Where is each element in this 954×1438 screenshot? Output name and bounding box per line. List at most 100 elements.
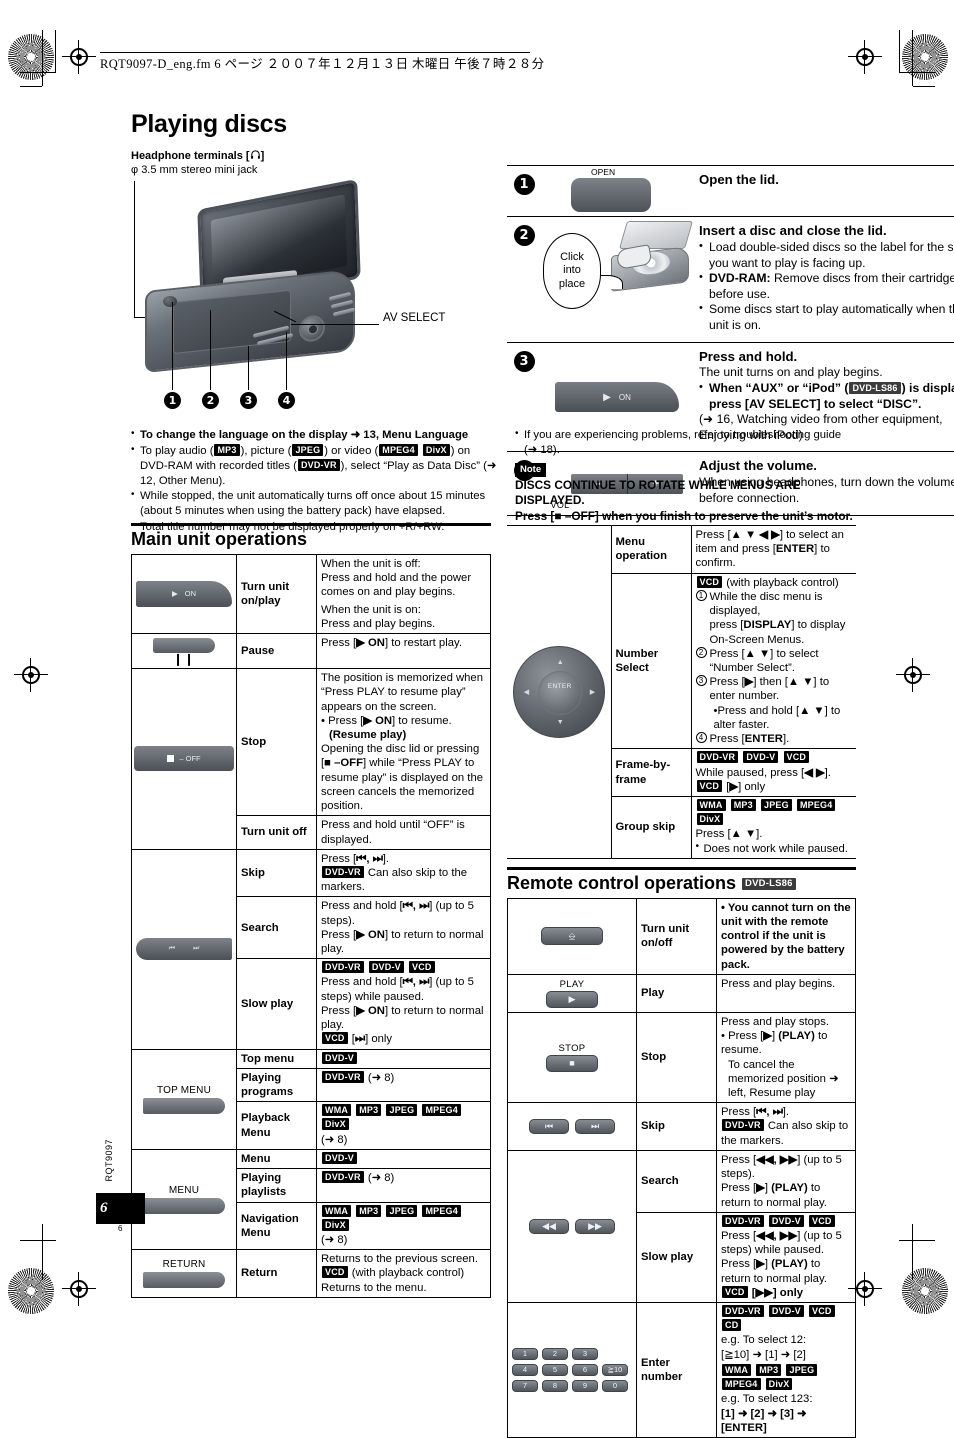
on-button-label: ON bbox=[618, 392, 631, 402]
step-2-text: Insert a disc and close the lid. Load do… bbox=[693, 217, 954, 342]
crop-mark bbox=[912, 30, 913, 86]
disc-tag-mp3: MP3 bbox=[730, 798, 756, 811]
crop-mark bbox=[42, 30, 43, 86]
power-button-graphic: ⎒ bbox=[541, 927, 603, 946]
tag-row: DVD-VR DVD-V VCD CD bbox=[721, 1305, 851, 1333]
on-label: ON bbox=[184, 589, 197, 599]
disc-tag-vcd: VCD bbox=[409, 961, 435, 974]
tag-row: DVD-VR DVD-V VCD bbox=[321, 961, 486, 975]
number-pad-graphic: 1 2 3 4 5 6 ≧10 7 8 9 0 bbox=[510, 1346, 634, 1394]
table-row: TOP MENU Top menu DVD-V bbox=[131, 1048, 491, 1150]
main-unit-operations-column: Main unit operations ▶ ON Turn unit on/p… bbox=[131, 523, 491, 1438]
play-triangle-icon: ▶ bbox=[171, 589, 178, 599]
up-arrow-icon: ▲ bbox=[556, 658, 564, 666]
product-code: RQT9097 bbox=[104, 1139, 114, 1182]
play-on-button: ▶ ON bbox=[555, 382, 679, 413]
open-button-label: OPEN bbox=[591, 167, 616, 177]
row-desc: DVD-VR DVD-V VCD CD e.g. To select 12: [… bbox=[716, 1302, 856, 1438]
row-desc: Press [▲ ▼ ◀ ▶] to select an item and pr… bbox=[690, 525, 856, 574]
headphone-title-end: ] bbox=[260, 150, 265, 162]
desc-line: e.g. To select 123: bbox=[721, 1393, 813, 1406]
open-button bbox=[571, 178, 651, 212]
row-label: Slow play bbox=[236, 958, 317, 1050]
play-triangle-icon: ▶ bbox=[568, 993, 576, 1004]
step-number: 1 bbox=[507, 166, 541, 216]
main-unit-table: ▶ ON Turn unit on/play When the unit is … bbox=[131, 553, 491, 1298]
row-label: Menu operation bbox=[610, 525, 692, 574]
skip-back-icon: ⏮ bbox=[544, 1120, 554, 1131]
disc-tag-vcd: VCD bbox=[783, 751, 810, 764]
skip-search-button-cell: ⏮ ⏭ bbox=[131, 848, 237, 1050]
desc-line: DVD-VR Can also skip to the markers. bbox=[321, 865, 468, 894]
bubble-tail bbox=[597, 275, 623, 289]
disc-tag-vcd: VCD bbox=[322, 1032, 348, 1045]
row-label: Stop bbox=[236, 668, 317, 817]
play-caption: PLAY bbox=[559, 978, 585, 990]
step-row-1: 1 OPEN Open the lid. bbox=[507, 165, 954, 216]
row-label: Navigation Menu bbox=[236, 1201, 317, 1251]
note-data-disc: To play audio (MP3), picture (JPEG) or v… bbox=[131, 443, 499, 489]
return-caption: RETURN bbox=[162, 1259, 206, 1271]
page-title: Playing discs bbox=[131, 110, 287, 138]
callout-leader bbox=[248, 345, 250, 390]
notes-right-column: If you are experiencing problems, refer … bbox=[515, 427, 855, 535]
tag-suffix: (with playback control) bbox=[726, 576, 839, 589]
stop-button-graphic: ■ bbox=[546, 1055, 598, 1073]
desc-line: When the unit is on: bbox=[321, 603, 421, 616]
pause-button-graphic bbox=[153, 638, 215, 654]
desc-line: VCD [▶] only bbox=[696, 779, 853, 794]
print-swirl-bottom-right bbox=[902, 1268, 948, 1314]
disc-tag-dvd-vr: DVD-VR bbox=[322, 865, 364, 878]
registration-mark-left bbox=[14, 658, 48, 692]
control-strip bbox=[332, 307, 356, 317]
pause-bars-icon: ❙❙ bbox=[172, 652, 196, 667]
note-line-2: Press [■ –OFF] when you finish to preser… bbox=[515, 508, 853, 523]
numbered-steps: 1 While the disc menu is displayed, press … bbox=[695, 589, 853, 746]
desc-line: Press [⏮, ⏭]. bbox=[321, 852, 390, 865]
num-key-4: 4 bbox=[512, 1364, 538, 1377]
headphone-title: Headphone terminals [ bbox=[131, 150, 250, 162]
skip-back-button-graphic: ⏮ bbox=[529, 1119, 569, 1135]
disc-tag-dvd-ls86: DVD-LS86 bbox=[849, 382, 901, 395]
row-desc: • You cannot turn on the unit with the r… bbox=[716, 897, 856, 975]
table-row: PLAY ▶ Play Press and play begins. bbox=[507, 973, 856, 1013]
crop-mark bbox=[55, 30, 56, 72]
table-row: STOP ■ Stop Press and play stops. • Pres… bbox=[507, 1011, 856, 1104]
registration-mark-top-left bbox=[62, 40, 96, 74]
disc-tag-vcd: VCD bbox=[809, 1214, 835, 1227]
disc-tag-dvd-vr: DVD-VR bbox=[297, 458, 340, 471]
top-menu-caption: TOP MENU bbox=[156, 1084, 212, 1096]
callout-leader bbox=[286, 331, 288, 390]
disc-lid bbox=[173, 289, 291, 354]
step-2-number: 2 bbox=[513, 225, 535, 246]
disc-tag-dvd-v: DVD-V bbox=[768, 1305, 804, 1318]
control-strip bbox=[328, 291, 352, 301]
table-row: 1 2 3 4 5 6 ≧10 7 8 9 0 Enter number DVD… bbox=[507, 1302, 856, 1438]
row-desc: Press [⏮, ⏭]. DVD-VR Can also skip to th… bbox=[716, 1102, 856, 1151]
rewind-icon: ◀◀ bbox=[542, 1220, 556, 1231]
table-row: ⎒ Turn unit on/off • You cannot turn on … bbox=[507, 897, 856, 975]
step-item: 1 While the disc menu is displayed, press … bbox=[695, 589, 853, 647]
num-key-9: 9 bbox=[572, 1380, 598, 1393]
step-circle-2: 2 bbox=[695, 646, 707, 658]
section-rule bbox=[131, 523, 491, 526]
stop-square-icon bbox=[167, 755, 175, 763]
disc-tag-mp3: MP3 bbox=[356, 1104, 382, 1117]
desc-line: Press and hold [⏮, ⏭] (up to 5 steps) wh… bbox=[321, 976, 474, 1003]
callout-leader bbox=[210, 309, 212, 390]
disc-tag-vcd: VCD bbox=[809, 1305, 835, 1318]
disc-tag-dvd-v: DVD-V bbox=[322, 1151, 358, 1164]
row-desc: WMA MP3 JPEG MPEG4 DivX (➜ 8) bbox=[316, 1201, 491, 1251]
fastforward-button-graphic: ▶▶ bbox=[575, 1218, 615, 1234]
desc-line: Press and play stops. bbox=[721, 1015, 830, 1028]
desc-line: To cancel the memorized position ➜ left,… bbox=[728, 1058, 839, 1099]
step-2-bullet-2: DVD-RAM: Remove discs from their cartrid… bbox=[699, 270, 954, 302]
desc-line: VCD (with playback control) bbox=[321, 1266, 486, 1280]
row-label: Turn unit on/play bbox=[236, 553, 317, 635]
off-label: – OFF bbox=[179, 754, 201, 764]
menu-button-graphic bbox=[143, 1197, 225, 1214]
page-ref: (➜ 8) bbox=[367, 1172, 395, 1185]
disc-tag-mp3: MP3 bbox=[214, 443, 240, 456]
disc-tag-jpeg: JPEG bbox=[386, 1204, 418, 1217]
crop-mark bbox=[20, 86, 42, 87]
